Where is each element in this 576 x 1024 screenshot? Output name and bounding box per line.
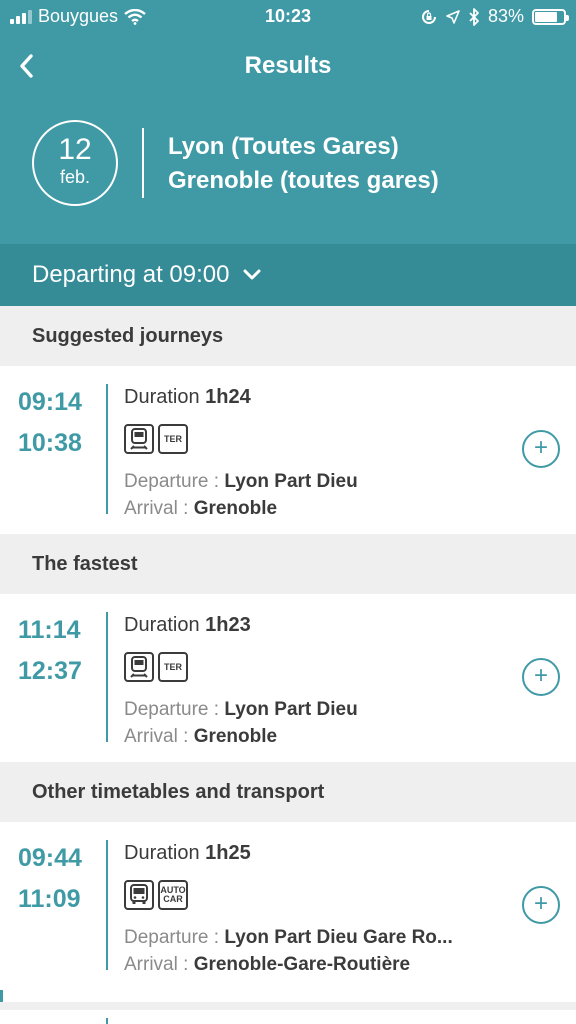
departure-label: Departure :: [124, 471, 220, 492]
arrival-label: Arrival :: [124, 726, 189, 747]
add-journey-button[interactable]: +: [522, 658, 560, 696]
departure-station: Lyon Part Dieu: [224, 471, 358, 492]
page-title: Results: [244, 52, 332, 79]
departure-time: 11:14: [18, 616, 81, 644]
status-right: 83%: [420, 6, 569, 27]
ter-badge: TER: [158, 652, 188, 682]
route-divider: [142, 128, 144, 198]
arrival-station: Grenoble-Gare-Routière: [193, 954, 411, 975]
arrival-label: Arrival :: [124, 498, 189, 519]
departing-time-selector[interactable]: Departing at 09:00: [0, 244, 576, 306]
journey-divider: [106, 384, 108, 514]
journey-card-fastest[interactable]: 11:14 12:37 Duration 1h23 TER Departure …: [0, 594, 576, 762]
section-header-other: Other timetables and transport: [0, 762, 576, 822]
journey-stops: Departure : Lyon Part Dieu Arrival : Gre…: [124, 468, 504, 522]
arrival-time: 11:09: [18, 885, 81, 913]
journey-stops: Departure : Lyon Part Dieu Arrival : Gre…: [124, 696, 504, 750]
journey-card-suggested[interactable]: 09:14 10:38 Duration 1h24 TER Departure …: [0, 366, 576, 534]
chevron-down-icon: [243, 269, 261, 280]
journey-divider: [106, 840, 108, 970]
arrival-time: 12:37: [18, 657, 82, 685]
ter-badge: TER: [158, 424, 188, 454]
date-day: 12: [58, 133, 92, 166]
journey-duration: Duration 1h23: [124, 614, 251, 636]
battery-percent: 83%: [487, 6, 524, 26]
duration-value: 1h23: [205, 614, 251, 636]
location-icon: [446, 9, 460, 24]
bluetooth-icon: [469, 7, 479, 26]
train-icon: [124, 424, 154, 454]
journey-duration: Duration 1h24: [124, 386, 251, 408]
train-icon: [124, 652, 154, 682]
arrival-station: Grenoble: [193, 726, 278, 747]
autocar-badge: AUTO CAR: [158, 880, 188, 910]
battery-icon: [532, 8, 569, 25]
section-header-suggested: Suggested journeys: [0, 306, 576, 366]
departure-time: 09:14: [18, 388, 82, 416]
journey-divider: [106, 612, 108, 742]
status-bar: Bouygues 10:23 83%: [0, 0, 576, 34]
journey-stops: Departure : Lyon Part Dieu Gare Ro... Ar…: [124, 924, 504, 978]
journey-card-other[interactable]: 09:44 11:09 Duration 1h25 AUTO CAR Depar…: [0, 822, 576, 990]
route-origin: Lyon (Toutes Gares): [168, 133, 399, 160]
next-journey-divider: [106, 1018, 108, 1024]
route-summary: Lyon (Toutes Gares) Grenoble (toutes gar…: [168, 130, 439, 198]
results-header: Bouygues 10:23 83% Results 12 feb. Lyon …: [0, 0, 576, 244]
duration-value: 1h24: [205, 386, 251, 408]
route-destination: Grenoble (toutes gares): [168, 167, 439, 194]
journey-times: 11:14 12:37: [18, 610, 98, 692]
duration-value: 1h25: [205, 842, 251, 864]
date-badge: 12 feb.: [32, 120, 118, 206]
transport-modes: TER: [124, 652, 504, 682]
departure-label: Departure :: [124, 699, 220, 720]
transport-modes: AUTO CAR: [124, 880, 504, 910]
arrival-label: Arrival :: [124, 954, 189, 975]
orientation-lock-icon: [422, 9, 436, 24]
journey-details: Duration 1h24 TER Departure : Lyon Part …: [124, 384, 504, 522]
add-journey-button[interactable]: +: [522, 886, 560, 924]
departure-time: 09:44: [18, 844, 82, 872]
arrival-station: Grenoble: [193, 498, 278, 519]
departure-label: Departure :: [124, 927, 220, 948]
departing-label: Departing at 09:00: [32, 261, 230, 288]
departure-station: Lyon Part Dieu: [224, 699, 358, 720]
journey-details: Duration 1h25 AUTO CAR Departure : Lyon …: [124, 840, 504, 978]
next-journey-card[interactable]: [0, 1010, 576, 1024]
add-journey-button[interactable]: +: [522, 430, 560, 468]
departure-station: Lyon Part Dieu Gare Ro...: [224, 927, 453, 948]
section-header-fastest: The fastest: [0, 534, 576, 594]
transport-modes: TER: [124, 424, 504, 454]
bus-icon: [124, 880, 154, 910]
nav-bar: Results: [0, 40, 576, 92]
journey-duration: Duration 1h25: [124, 842, 251, 864]
arrival-time: 10:38: [18, 429, 82, 457]
journey-times: 09:14 10:38: [18, 382, 98, 464]
date-month: feb.: [59, 167, 91, 187]
journey-details: Duration 1h23 TER Departure : Lyon Part …: [124, 612, 504, 750]
journey-times: 09:44 11:09: [18, 838, 98, 920]
